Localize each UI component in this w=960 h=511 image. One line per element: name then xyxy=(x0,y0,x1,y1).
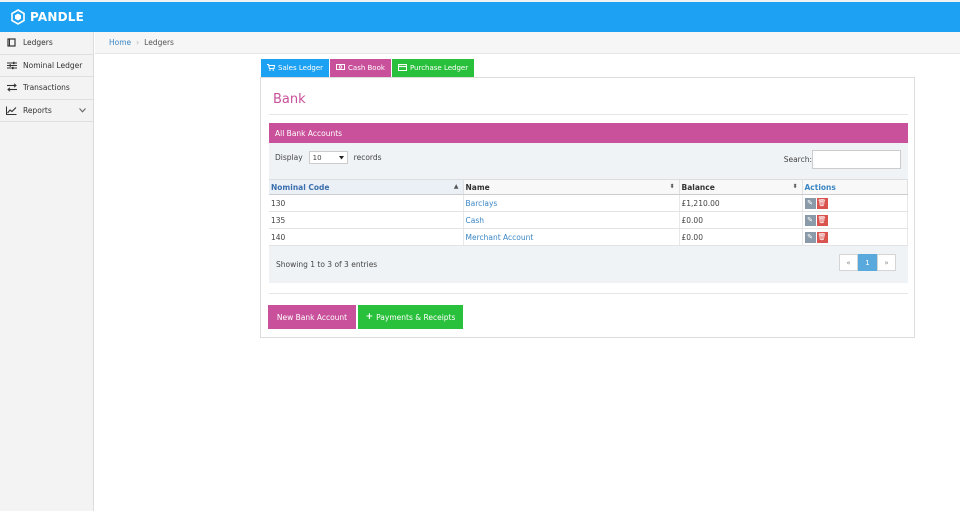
card-icon xyxy=(397,63,407,73)
payments-receipts-button[interactable]: + Payments & Receipts xyxy=(358,305,463,329)
records-label: records xyxy=(353,153,382,162)
cash-icon xyxy=(336,64,346,72)
brand-name: PANDLE xyxy=(30,10,85,24)
cell-account-name-link[interactable]: Cash xyxy=(463,211,680,229)
table-row: 140 Merchant Account £0.00 ✎ 🗑 xyxy=(269,228,908,246)
cell-nominal-code: 140 xyxy=(269,228,464,246)
display-label: Display xyxy=(275,153,303,162)
search-input[interactable] xyxy=(812,150,901,169)
sidebar-item-label: Transactions xyxy=(23,83,70,93)
accounts-table: Nominal Code ▲ Name ⬍ Balance ⬍ Actions xyxy=(269,179,908,246)
edit-icon[interactable]: ✎ xyxy=(804,231,816,243)
tab-label: Cash Book xyxy=(348,64,385,72)
column-header-balance[interactable]: Balance ⬍ xyxy=(679,179,803,195)
pandle-logo-icon xyxy=(11,9,25,25)
pagination-prev-button[interactable]: « xyxy=(839,254,858,271)
cell-actions: ✎ 🗑 xyxy=(802,228,908,246)
breadcrumb: Home › Ledgers xyxy=(95,32,960,54)
sliders-icon xyxy=(6,60,17,70)
column-header-nominal-code[interactable]: Nominal Code ▲ xyxy=(269,179,464,195)
sort-asc-icon: ▲ xyxy=(453,183,459,190)
sidebar-item-label: Nominal Ledger xyxy=(23,60,83,70)
divider xyxy=(269,114,908,115)
display-records: Display 10 records xyxy=(275,151,382,164)
cell-nominal-code: 135 xyxy=(269,211,464,229)
page-title: Bank xyxy=(273,92,306,107)
sidebar-item-reports[interactable]: Reports xyxy=(0,100,93,122)
breadcrumb-separator: › xyxy=(136,38,140,47)
breadcrumb-home-link[interactable]: Home xyxy=(109,38,131,47)
table-header-row: Nominal Code ▲ Name ⬍ Balance ⬍ Actions xyxy=(269,179,908,195)
sidebar-item-transactions[interactable]: Transactions xyxy=(0,77,93,100)
accounts-table-area: Display 10 records Search: Nominal Code … xyxy=(269,143,908,283)
tab-label: Sales Ledger xyxy=(278,64,324,72)
book-icon xyxy=(6,38,17,48)
search-label: Search: xyxy=(783,155,812,164)
table-row: 130 Barclays £1,210.00 ✎ 🗑 xyxy=(269,194,908,212)
cell-actions: ✎ 🗑 xyxy=(802,211,908,229)
bank-panel: Bank All Bank Accounts Display 10 record… xyxy=(260,77,915,338)
records-per-page-select[interactable]: 10 xyxy=(308,151,348,164)
divider xyxy=(269,293,908,294)
column-header-label: Nominal Code xyxy=(271,182,330,192)
breadcrumb-current: Ledgers xyxy=(144,38,174,47)
sort-icon: ⬍ xyxy=(669,183,675,190)
sidebar-item-label: Ledgers xyxy=(23,38,53,48)
search-box: Search: xyxy=(784,150,901,169)
column-header-label: Actions xyxy=(804,182,836,192)
payments-receipts-label: Payments & Receipts xyxy=(376,312,456,322)
pandle-logo[interactable]: PANDLE xyxy=(10,9,84,25)
cell-balance: £0.00 xyxy=(679,228,803,246)
tab-cash-book[interactable]: Cash Book xyxy=(330,59,391,77)
records-per-page-value: 10 xyxy=(312,153,322,162)
cell-account-name-link[interactable]: Barclays xyxy=(463,194,680,212)
column-header-name[interactable]: Name ⬍ xyxy=(463,179,680,195)
sidebar-item-nominal-ledger[interactable]: Nominal Ledger xyxy=(0,55,93,77)
pagination-next-button[interactable]: » xyxy=(877,254,896,271)
tab-sales-ledger[interactable]: Sales Ledger xyxy=(261,59,330,77)
transfer-arrows-icon xyxy=(6,83,17,93)
pagination-page-button[interactable]: 1 xyxy=(858,254,877,271)
table-row: 135 Cash £0.00 ✎ 🗑 xyxy=(269,211,908,229)
cart-icon xyxy=(267,63,276,73)
edit-icon[interactable]: ✎ xyxy=(804,214,816,226)
cell-nominal-code: 130 xyxy=(269,194,464,212)
cell-account-name-link[interactable]: Merchant Account xyxy=(463,228,680,246)
accounts-header: All Bank Accounts xyxy=(269,123,908,143)
top-bar: PANDLE xyxy=(0,0,960,32)
delete-icon[interactable]: 🗑 xyxy=(816,231,828,243)
tab-label: Purchase Ledger xyxy=(409,64,469,72)
edit-icon[interactable]: ✎ xyxy=(804,197,816,209)
tab-purchase-ledger[interactable]: Purchase Ledger xyxy=(391,59,475,77)
sidebar-item-ledgers[interactable]: Ledgers xyxy=(0,32,93,55)
chevron-down-icon xyxy=(79,106,86,115)
sort-icon: ⬍ xyxy=(792,183,798,190)
delete-icon[interactable]: 🗑 xyxy=(816,214,828,226)
cell-balance: £1,210.00 xyxy=(679,194,803,212)
sidebar-item-label: Reports xyxy=(23,105,52,115)
cell-actions: ✎ 🗑 xyxy=(802,194,908,212)
cell-balance: £0.00 xyxy=(679,211,803,229)
column-header-label: Balance xyxy=(681,182,715,192)
line-chart-icon xyxy=(6,105,17,115)
delete-icon[interactable]: 🗑 xyxy=(816,197,828,209)
pagination: « 1 » xyxy=(839,254,896,271)
sidebar: Ledgers Nominal Ledger Transactions Repo… xyxy=(0,32,94,511)
new-bank-account-button[interactable]: New Bank Account xyxy=(268,305,356,329)
ledger-tabs: Sales Ledger Cash Book Purchase Ledger xyxy=(261,59,475,77)
column-header-label: Name xyxy=(465,182,490,192)
caret-down-icon xyxy=(338,154,344,162)
column-header-actions: Actions xyxy=(802,179,908,195)
plus-icon: + xyxy=(365,312,374,322)
table-summary: Showing 1 to 3 of 3 entries xyxy=(276,260,378,269)
